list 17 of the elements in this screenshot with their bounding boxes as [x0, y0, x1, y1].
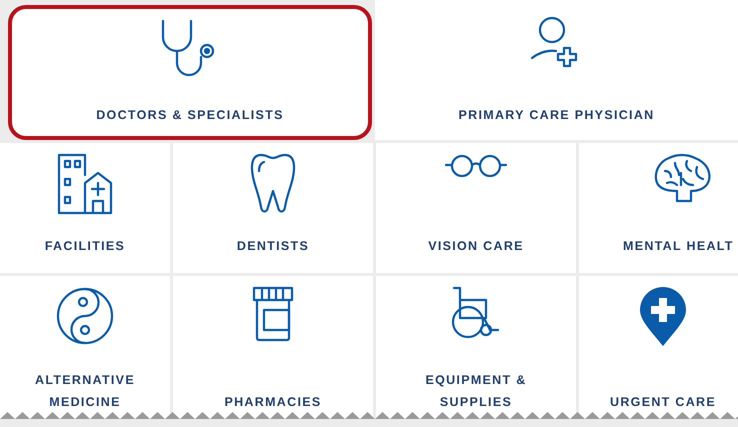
- glasses-icon: [444, 153, 508, 179]
- brain-icon: [653, 153, 711, 203]
- category-tile[interactable]: ALTERNATIVE MEDICINE: [0, 276, 170, 419]
- category-tile[interactable]: VISION CARE: [376, 143, 576, 273]
- yin-yang-icon: [55, 286, 115, 346]
- category-tile[interactable]: PRIMARY CARE PHYSICIAN: [375, 0, 738, 140]
- category-tile[interactable]: EQUIPMENT & SUPPLIES: [376, 276, 576, 419]
- map-pin-plus-icon: [638, 286, 688, 348]
- category-tile[interactable]: DENTISTS: [173, 143, 373, 273]
- category-tile[interactable]: DOCTORS & SPECIALISTS: [8, 5, 372, 140]
- pill-bottle-icon: [252, 286, 294, 342]
- category-tile[interactable]: PHARMACIES: [173, 276, 373, 419]
- tooth-icon: [249, 153, 297, 215]
- category-tile[interactable]: FACILITIES: [0, 143, 170, 273]
- hospital-icon: [57, 153, 113, 215]
- category-tile[interactable]: URGENT CARE: [579, 276, 738, 419]
- category-tile[interactable]: MENTAL HEALT: [579, 143, 738, 273]
